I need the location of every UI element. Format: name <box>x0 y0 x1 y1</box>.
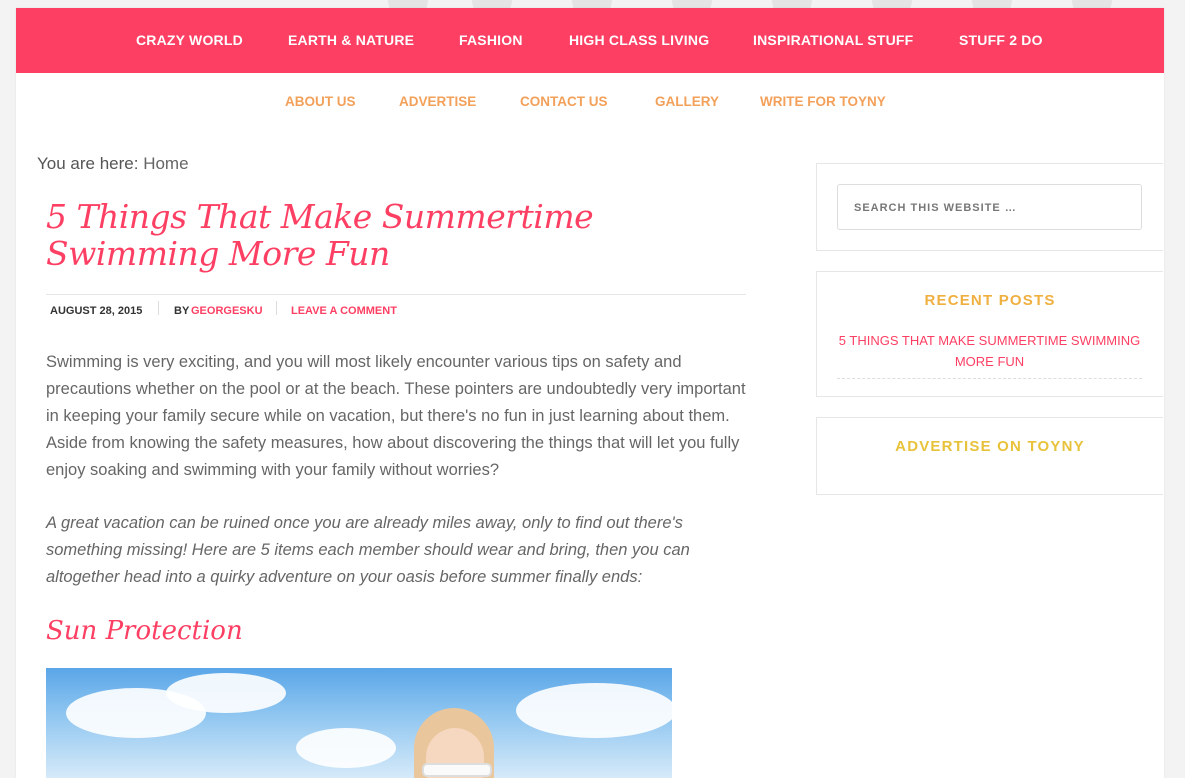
nav-item-fashion[interactable]: FASHION <box>459 32 523 48</box>
nav-item-about-us[interactable]: ABOUT US <box>285 94 356 109</box>
leave-comment-link[interactable]: LEAVE A COMMENT <box>291 305 397 317</box>
nav-item-gallery[interactable]: GALLERY <box>655 94 719 109</box>
breadcrumb-prefix: You are here: <box>37 154 139 173</box>
post-title[interactable]: 5 Things That Make Summertime Swimming M… <box>46 198 746 272</box>
secondary-nav: ABOUT US ADVERTISE CONTACT US GALLERY WR… <box>16 73 1164 131</box>
post-date: AUGUST 28, 2015 <box>50 305 143 317</box>
post-paragraph: Swimming is very exciting, and you will … <box>46 353 746 479</box>
nav-item-stuff-2-do[interactable]: STUFF 2 DO <box>959 32 1043 48</box>
search-widget: SEARCH THIS WEBSITE … <box>816 163 1163 251</box>
nav-item-high-class-living[interactable]: HIGH CLASS LIVING <box>569 32 709 48</box>
meta-divider <box>276 301 277 315</box>
nav-item-inspirational-stuff[interactable]: INSPIRATIONAL STUFF <box>753 32 913 48</box>
advertise-title: ADVERTISE ON TOYNY <box>895 438 1085 455</box>
advertise-widget: ADVERTISE ON TOYNY <box>816 417 1163 495</box>
meta-divider <box>158 301 159 315</box>
nav-item-crazy-world[interactable]: CRAZY WORLD <box>136 32 243 48</box>
nav-item-contact-us[interactable]: CONTACT US <box>520 94 608 109</box>
section-heading: Sun Protection <box>46 616 243 646</box>
post-paragraph-italic: A great vacation can be ruined once you … <box>46 514 690 586</box>
breadcrumb: You are here: Home <box>37 154 189 174</box>
search-input[interactable]: SEARCH THIS WEBSITE … <box>837 184 1142 230</box>
primary-nav: CRAZY WORLD EARTH & NATURE FASHION HIGH … <box>16 8 1164 73</box>
nav-item-advertise[interactable]: ADVERTISE <box>399 94 476 109</box>
recent-posts-widget: RECENT POSTS 5 THINGS THAT MAKE SUMMERTI… <box>816 271 1163 397</box>
post-by-label: BY <box>174 305 190 317</box>
nav-item-earth-nature[interactable]: EARTH & NATURE <box>288 32 414 48</box>
post-image <box>46 668 672 778</box>
breadcrumb-current: Home <box>143 154 189 173</box>
post-meta: AUGUST 28, 2015 BY GEORGESKU LEAVE A COM… <box>46 294 746 321</box>
recent-posts-title: RECENT POSTS <box>924 292 1056 309</box>
post-article: 5 Things That Make Summertime Swimming M… <box>46 198 746 778</box>
recent-post-link[interactable]: 5 THINGS THAT MAKE SUMMERTIME SWIMMING M… <box>837 330 1142 379</box>
nav-item-write-for-toyny[interactable]: WRITE FOR TOYNY <box>760 94 886 109</box>
site-container: CRAZY WORLD EARTH & NATURE FASHION HIGH … <box>16 8 1164 778</box>
post-author-link[interactable]: GEORGESKU <box>191 305 263 317</box>
